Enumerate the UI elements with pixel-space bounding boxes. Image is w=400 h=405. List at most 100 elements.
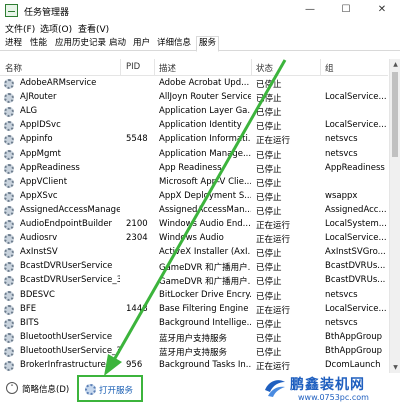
service-gear-icon bbox=[4, 248, 14, 259]
vertical-scrollbar[interactable]: ▲ ▼ bbox=[389, 59, 400, 373]
maximize-button[interactable]: ☐ bbox=[328, 0, 364, 20]
menu-view[interactable]: 查看(V) bbox=[78, 22, 109, 35]
cell-name: ALG bbox=[20, 106, 38, 117]
cell-group: BcastDVRUs... bbox=[325, 275, 386, 286]
cell-desc: GameDVR 和广播用户... bbox=[159, 277, 251, 288]
table-row[interactable]: AppMgmt Application Manage... 已停止 netsvcs bbox=[0, 148, 388, 162]
cell-name: Audiosrv bbox=[20, 233, 58, 244]
cell-name: AJRouter bbox=[20, 92, 57, 103]
cell-group: wsappx bbox=[325, 190, 358, 201]
table-row[interactable]: AppXSvc AppX Deployment S... 已停止 wsappx bbox=[0, 190, 388, 204]
cell-status: 已停止 bbox=[256, 347, 282, 358]
table-row[interactable]: BDESVC BitLocker Drive Encry... 已停止 netsvcs bbox=[0, 289, 388, 303]
column-header-status[interactable]: 状态 bbox=[256, 62, 273, 74]
column-divider[interactable] bbox=[120, 59, 121, 76]
menu-options[interactable]: 选项(O) bbox=[40, 22, 72, 35]
cell-desc: Application Manage... bbox=[159, 148, 251, 159]
table-row[interactable]: AudioEndpointBuilder 2100 Windows Audio En… bbox=[0, 218, 388, 232]
cell-name: BcastDVRUserService bbox=[20, 261, 113, 272]
table-row[interactable]: AJRouter AllJoyn Router Service 已停止 LocalSe… bbox=[0, 91, 388, 105]
service-gear-icon bbox=[4, 346, 14, 357]
column-header-name[interactable]: 名称 bbox=[5, 62, 22, 74]
minimize-button[interactable]: — bbox=[292, 0, 328, 20]
tab-details[interactable]: 详细信息 bbox=[155, 37, 193, 51]
cell-group: netsvcs bbox=[325, 134, 358, 145]
table-row[interactable]: BITS Background Intellige... 已停止 netsvcs bbox=[0, 317, 388, 331]
fewer-details-link[interactable]: 简略信息(D) bbox=[22, 383, 69, 395]
table-row[interactable]: BluetoothUserService_3a... 蓝牙用户支持服务 已停止 Bth… bbox=[0, 345, 388, 359]
tab-bar: 进程 性能 应用历史记录 启动 用户 详细信息 服务 bbox=[0, 36, 400, 52]
cell-desc: 蓝牙用户支持服务 bbox=[159, 347, 228, 358]
column-divider[interactable] bbox=[251, 59, 252, 76]
table-row[interactable]: AppVClient Microsoft App-V Clie... 已停止 bbox=[0, 176, 388, 190]
service-gear-icon bbox=[4, 177, 14, 188]
service-gear-icon bbox=[4, 149, 14, 160]
open-services-button[interactable]: 打开服务 bbox=[77, 375, 143, 402]
cell-desc: AllJoyn Router Service bbox=[159, 92, 251, 103]
cell-name: BFE bbox=[20, 303, 37, 314]
cell-group: LocalSystem... bbox=[325, 219, 387, 229]
cell-group: AppReadiness bbox=[325, 162, 385, 173]
tab-startup[interactable]: 启动 bbox=[107, 37, 128, 51]
column-header-group[interactable]: 组 bbox=[325, 62, 334, 74]
table-row[interactable]: AxInstSV ActiveX Installer (AxI... 已停止 AxIn… bbox=[0, 246, 388, 260]
scroll-down-icon[interactable]: ▼ bbox=[390, 362, 400, 373]
cell-status: 已停止 bbox=[256, 178, 282, 189]
cell-name: BITS bbox=[20, 317, 39, 328]
cell-group: DcomLaunch bbox=[325, 360, 381, 370]
tab-processes[interactable]: 进程 bbox=[3, 37, 24, 51]
cell-name: AxInstSV bbox=[20, 247, 58, 258]
cell-name: BluetoothUserService bbox=[20, 331, 113, 342]
chevron-up-icon[interactable]: ˄ bbox=[6, 382, 18, 394]
cell-status: 已停止 bbox=[256, 122, 282, 133]
table-row[interactable]: BluetoothUserService 蓝牙用户支持服务 已停止 BthAppGro… bbox=[0, 331, 388, 345]
close-button[interactable]: ✕ bbox=[364, 0, 400, 20]
column-divider[interactable] bbox=[320, 59, 321, 76]
cell-status: 已停止 bbox=[256, 108, 282, 119]
scrollbar-thumb[interactable] bbox=[392, 72, 398, 157]
table-row[interactable]: ALG Application Layer Ga... 已停止 bbox=[0, 105, 388, 119]
service-gear-icon bbox=[4, 191, 14, 202]
cell-status: 正在运行 bbox=[256, 305, 291, 316]
table-row[interactable]: AdobeARMservice Adobe Acrobat Upd... 已停止 bbox=[0, 77, 388, 91]
table-row[interactable]: AppReadiness App Readiness 已停止 AppReadiness bbox=[0, 162, 388, 176]
cell-name: AppMgmt bbox=[20, 148, 61, 159]
column-divider[interactable] bbox=[154, 59, 155, 76]
column-header-description[interactable]: 描述 bbox=[159, 62, 176, 74]
cell-status: 已停止 bbox=[256, 164, 282, 175]
cell-name: AssignedAccessManager... bbox=[20, 204, 120, 215]
service-gear-icon bbox=[4, 79, 14, 89]
cell-group: BcastDVRUs... bbox=[325, 261, 386, 272]
service-gear-icon bbox=[4, 93, 14, 104]
cell-status: 已停止 bbox=[256, 150, 282, 161]
table-row[interactable]: Audiosrv 2304 Windows Audio 正在运行 LocalServic… bbox=[0, 232, 388, 246]
table-row[interactable]: BFE 1448 Base Filtering Engine 正在运行 LocalSer… bbox=[0, 303, 388, 317]
cell-desc: App Readiness bbox=[159, 162, 222, 173]
cell-desc: Adobe Acrobat Upd... bbox=[159, 78, 250, 88]
tab-app-history[interactable]: 应用历史记录 bbox=[53, 37, 108, 51]
cell-name: AppIDSvc bbox=[20, 120, 61, 131]
cell-desc: Application Identity bbox=[159, 120, 242, 131]
table-row[interactable]: BrokerInfrastructure 956 Background Tasks … bbox=[0, 359, 388, 373]
table-row[interactable]: AppIDSvc Application Identity 已停止 LocalServ… bbox=[0, 119, 388, 133]
cell-name: AdobeARMservice bbox=[20, 78, 97, 88]
cell-desc: Windows Audio End... bbox=[159, 219, 251, 229]
services-list: AdobeARMservice Adobe Acrobat Upd... 已停止 AJ… bbox=[0, 77, 388, 373]
tab-users[interactable]: 用户 bbox=[131, 37, 152, 51]
tab-performance[interactable]: 性能 bbox=[28, 37, 49, 51]
menu-file[interactable]: 文件(F) bbox=[5, 22, 35, 35]
table-row[interactable]: Appinfo 5548 Application Informati... 正在运行 n… bbox=[0, 133, 388, 147]
service-gear-icon bbox=[4, 304, 14, 315]
cell-desc: ActiveX Installer (AxI... bbox=[159, 247, 251, 258]
column-header-pid[interactable]: PID bbox=[126, 62, 140, 72]
cell-group: LocalService... bbox=[325, 233, 387, 244]
cell-name: BDESVC bbox=[20, 289, 55, 300]
table-row[interactable]: AssignedAccessManager... AssignedAccessMa… bbox=[0, 204, 388, 218]
column-header-row: 名称 PID 描述 状态 组 bbox=[0, 59, 388, 76]
watermark-url: www.0753pc.com bbox=[298, 393, 369, 402]
cell-group: LocalService... bbox=[325, 92, 387, 103]
table-row[interactable]: BcastDVRUserService GameDVR 和广播用户... 已停止 Bc… bbox=[0, 260, 388, 274]
table-row[interactable]: BcastDVRUserService_3a... GameDVR 和广播用户..… bbox=[0, 274, 388, 288]
scroll-up-icon[interactable]: ▲ bbox=[390, 59, 400, 70]
tab-services[interactable]: 服务 bbox=[196, 36, 220, 52]
